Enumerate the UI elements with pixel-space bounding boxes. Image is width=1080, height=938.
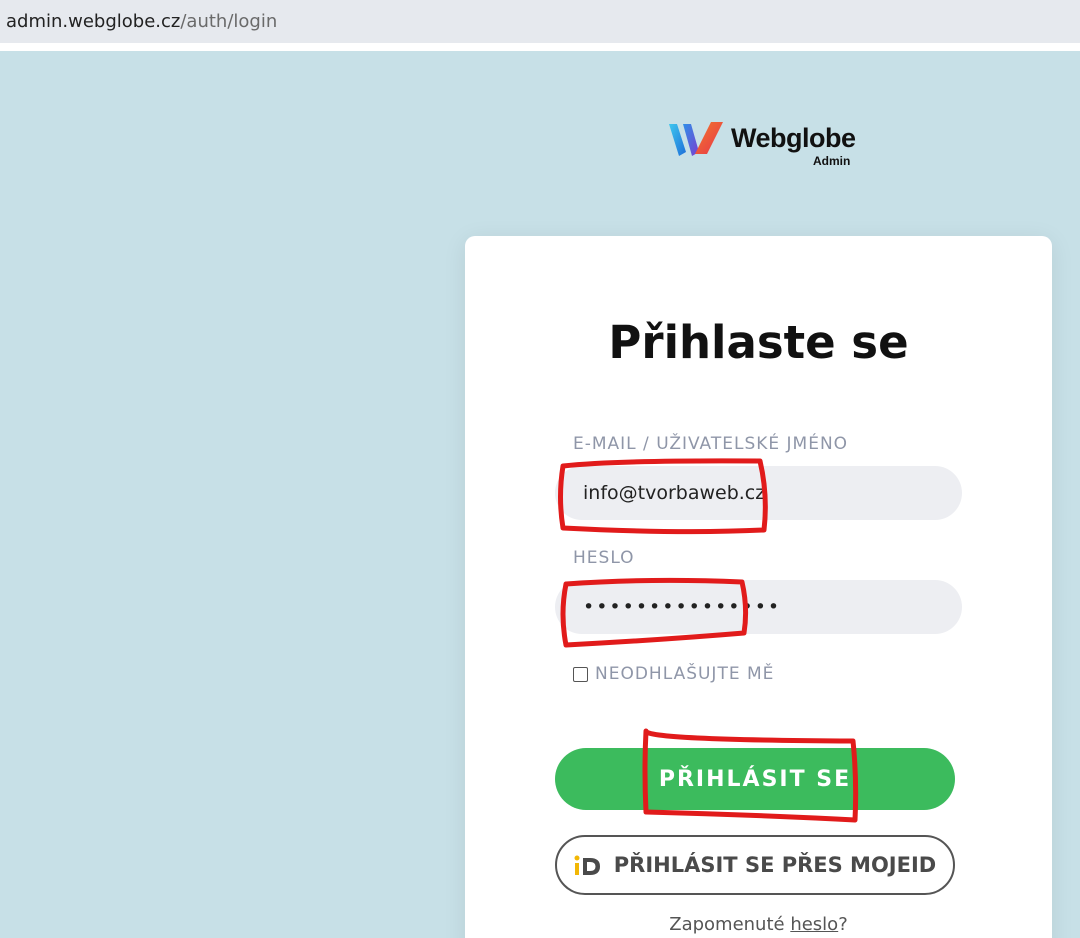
webglobe-logo-icon <box>669 122 723 156</box>
url-path: /auth/login <box>180 11 278 32</box>
password-label: HESLO <box>573 548 635 568</box>
url-host: admin.webglobe.cz <box>6 11 181 32</box>
remember-me[interactable]: NEODHLAŠUJTE MĚ <box>573 664 774 684</box>
login-button[interactable]: PŘIHLÁSIT SE <box>555 748 955 810</box>
remember-label: NEODHLAŠUJTE MĚ <box>595 664 775 684</box>
webglobe-logo[interactable]: Webglobe Admin <box>667 120 867 172</box>
email-label: E-MAIL / UŽIVATELSKÉ JMÉNO <box>573 434 849 454</box>
brand-subtitle: Admin <box>813 154 851 168</box>
forgot-suffix: ? <box>838 914 848 935</box>
forgot-password: Zapomenuté heslo? <box>465 914 1052 935</box>
mojeid-login-button[interactable]: PŘIHLÁSIT SE PŘES MOJEID <box>555 835 955 895</box>
page-title: Přihlaste se <box>608 316 909 369</box>
mojeid-label: PŘIHLÁSIT SE PŘES MOJEID <box>613 853 937 877</box>
forgot-password-link[interactable]: heslo <box>790 914 838 935</box>
login-card: Přihlaste se E-MAIL / UŽIVATELSKÉ JMÉNO … <box>465 236 1052 938</box>
password-field[interactable] <box>555 580 962 634</box>
email-field[interactable] <box>555 466 962 520</box>
brand-name: Webglobe <box>731 123 856 153</box>
address-bar[interactable]: admin.webglobe.cz/auth/login <box>0 0 1080 43</box>
mojeid-icon <box>574 855 600 875</box>
forgot-prefix: Zapomenuté <box>669 914 791 935</box>
remember-checkbox[interactable] <box>573 666 588 682</box>
toolbar-divider <box>0 43 1080 51</box>
